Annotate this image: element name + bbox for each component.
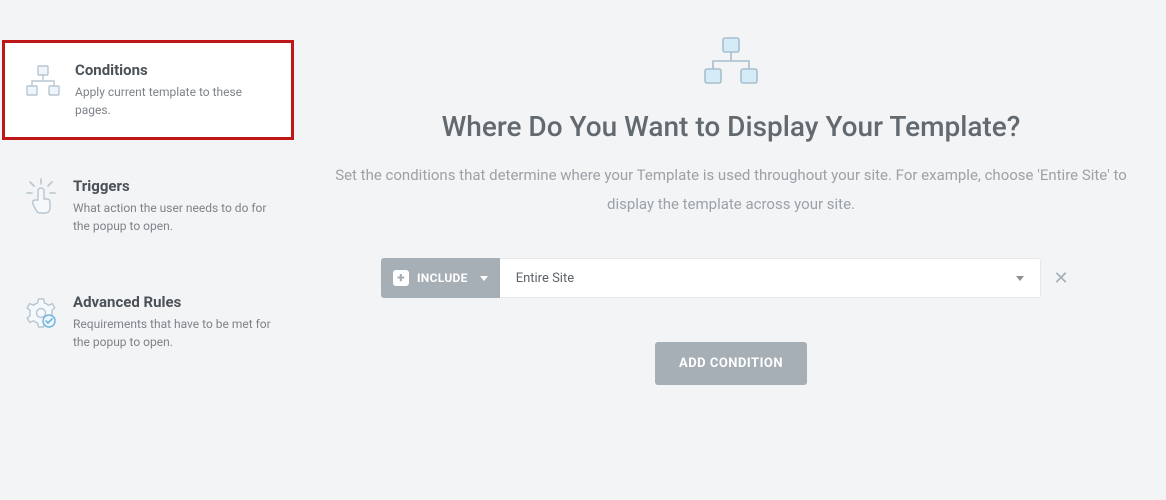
sidebar-item-conditions[interactable]: Conditions Apply current template to the…	[2, 40, 294, 140]
page-title: Where Do You Want to Display Your Templa…	[332, 110, 1130, 143]
remove-condition-button[interactable]: ✕	[1041, 258, 1081, 298]
sidebar-item-triggers[interactable]: Triggers What action the user needs to d…	[0, 156, 296, 256]
sidebar-item-desc: Requirements that have to be met for the…	[73, 315, 275, 351]
sidebar-item-title: Advanced Rules	[73, 293, 275, 311]
click-icon	[21, 177, 61, 217]
include-toggle-button[interactable]: + INCLUDE	[381, 258, 500, 298]
close-icon: ✕	[1053, 268, 1068, 289]
condition-row: + INCLUDE Entire Site ✕	[381, 258, 1081, 298]
sidebar-item-advanced-rules[interactable]: Advanced Rules Requirements that have to…	[0, 272, 296, 372]
plus-icon: +	[393, 270, 409, 286]
caret-down-icon	[480, 276, 488, 281]
condition-scope-select[interactable]: Entire Site	[500, 258, 1041, 298]
sidebar-item-desc: What action the user needs to do for the…	[73, 199, 275, 235]
main-content: Where Do You Want to Display Your Templa…	[296, 0, 1166, 500]
caret-down-icon	[1016, 276, 1024, 281]
include-label: INCLUDE	[417, 271, 468, 285]
page-description: Set the conditions that determine where …	[332, 161, 1130, 218]
sidebar-item-desc: Apply current template to these pages.	[75, 83, 273, 119]
sitemap-icon	[23, 61, 63, 101]
select-value: Entire Site	[516, 271, 574, 286]
sidebar-item-title: Triggers	[73, 177, 275, 195]
add-condition-button[interactable]: ADD CONDITION	[655, 342, 807, 385]
sidebar: Conditions Apply current template to the…	[0, 0, 296, 500]
gear-icon	[21, 293, 61, 333]
sidebar-item-title: Conditions	[75, 61, 273, 79]
sitemap-hero-icon	[701, 36, 761, 86]
